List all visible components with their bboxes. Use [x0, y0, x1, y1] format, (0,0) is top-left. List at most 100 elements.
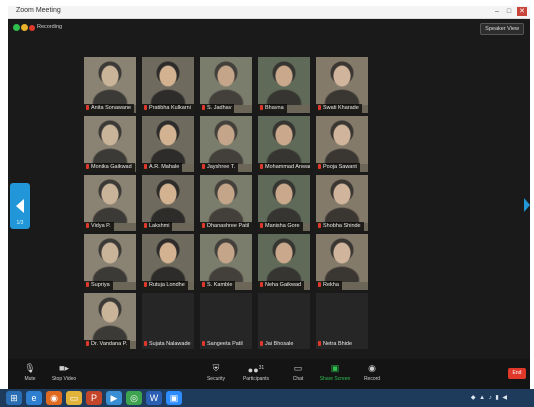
security-label: Security [206, 376, 226, 382]
participant-tile[interactable]: A.R. Mahale [142, 116, 194, 172]
participants-count: 31 [258, 365, 265, 371]
muted-mic-icon [260, 105, 263, 110]
participant-tile[interactable]: Sujata Nalawade [142, 293, 194, 349]
participant-name-label: Jai Bhosale [258, 340, 296, 349]
next-page-button[interactable] [524, 195, 530, 217]
participant-tile[interactable]: Dhanashree Patil [200, 175, 252, 231]
participant-name: Sujata Nalawade [149, 341, 191, 347]
participant-tile[interactable]: Mohammad Anwar [258, 116, 310, 172]
participant-video [84, 293, 136, 341]
participant-video [316, 116, 368, 164]
participant-tile[interactable]: Shobha Shinde [316, 175, 368, 231]
participant-video [84, 116, 136, 164]
participant-video [84, 57, 136, 105]
participant-tile[interactable]: Supriya [84, 234, 136, 290]
close-button[interactable]: ✕ [517, 7, 527, 16]
participant-tile[interactable]: Manisha Gore [258, 175, 310, 231]
meeting-toolbar: 🎙︎ Mute ■▸ Stop Video ⛨ Security ●●31 Pa… [8, 359, 530, 389]
muted-mic-icon [318, 105, 321, 110]
participant-tile[interactable]: Pratibha Kulkarni [142, 57, 194, 113]
participant-tile[interactable]: S. Jadhav [200, 57, 252, 113]
muted-mic-icon [144, 105, 147, 110]
participant-name: Supriya [91, 282, 110, 288]
mute-label: Mute [24, 376, 36, 382]
participant-tile[interactable]: Rutuja Londhe [142, 234, 194, 290]
start-button[interactable]: ⊞ [6, 391, 22, 405]
media-player-icon[interactable]: ▶ [106, 391, 122, 405]
participant-tile[interactable]: Vidya P. [84, 175, 136, 231]
video-camera-icon: ■▸ [59, 363, 69, 373]
participant-name-label: S. Kamble [200, 281, 236, 290]
muted-mic-icon [318, 164, 321, 169]
muted-mic-icon [202, 341, 205, 346]
info-icon[interactable] [21, 24, 28, 31]
muted-mic-icon [144, 341, 147, 346]
participant-tile[interactable]: Monika Gaikwad [84, 116, 136, 172]
record-label: Record [363, 376, 381, 382]
folder-icon[interactable]: ▭ [66, 391, 82, 405]
participant-tile[interactable]: Pooja Sawant [316, 116, 368, 172]
chrome-icon[interactable]: ◎ [126, 391, 142, 405]
mute-button[interactable]: 🎙︎ Mute [12, 361, 48, 382]
edge-icon[interactable]: e [26, 391, 42, 405]
participant-name-label: Sujata Nalawade [142, 340, 194, 349]
participants-label: Participants [242, 376, 270, 382]
chat-button[interactable]: ▭ Chat [280, 361, 316, 382]
participant-tile[interactable]: Jai Bhosale [258, 293, 310, 349]
system-tray[interactable]: ◆ ▲ ♪ ▮ ◀ [471, 394, 508, 401]
participant-tile[interactable]: Netra Bhide [316, 293, 368, 349]
muted-mic-icon [144, 282, 147, 287]
participant-name: Neha Gaikwad [265, 282, 302, 288]
participant-name-label: Bhavna [258, 104, 287, 113]
muted-mic-icon [86, 282, 89, 287]
participant-name: A.R. Mahale [149, 164, 180, 170]
minimize-button[interactable]: – [492, 7, 502, 16]
muted-mic-icon [260, 282, 263, 287]
participant-tile[interactable]: Dr. Vandana P. [84, 293, 136, 349]
powerpoint-icon[interactable]: P [86, 391, 102, 405]
muted-mic-icon [318, 223, 321, 228]
muted-mic-icon [202, 282, 205, 287]
zoom-icon[interactable]: ▣ [166, 391, 182, 405]
participant-video [142, 234, 194, 282]
participant-tile[interactable]: Anita Sonawane [84, 57, 136, 113]
muted-mic-icon [86, 105, 89, 110]
participant-tile[interactable]: Jayshree T. [200, 116, 252, 172]
firefox-icon[interactable]: ◉ [46, 391, 62, 405]
participant-name: Netra Bhide [323, 341, 353, 347]
participant-name-label: A.R. Mahale [142, 163, 183, 172]
participant-video [84, 175, 136, 223]
participant-tile[interactable]: Neha Gaikwad [258, 234, 310, 290]
participant-tile[interactable]: Rekha [316, 234, 368, 290]
window-title-bar: Zoom Meeting – □ ✕ [8, 6, 530, 19]
participant-name-label: Sangeeta Patil [200, 340, 246, 349]
word-icon[interactable]: W [146, 391, 162, 405]
muted-mic-icon [144, 164, 147, 169]
muted-mic-icon [202, 105, 205, 110]
share-screen-label: Share Screen [319, 376, 351, 382]
end-meeting-button[interactable]: End [508, 368, 526, 379]
record-button[interactable]: ◉ Record [354, 361, 390, 382]
participant-video [316, 175, 368, 223]
participant-name: Rekha [323, 282, 339, 288]
participant-name: Manisha Gore [265, 223, 300, 229]
stop-video-button[interactable]: ■▸ Stop Video [46, 361, 82, 382]
microphone-icon: 🎙︎ [24, 363, 36, 373]
participant-tile[interactable]: Swati Kharade [316, 57, 368, 113]
previous-page-button[interactable]: 1/3 [10, 183, 30, 229]
speaker-view-button[interactable]: Speaker View [480, 23, 524, 35]
participant-tile[interactable]: Bhavna [258, 57, 310, 113]
maximize-button[interactable]: □ [504, 7, 514, 16]
participant-name-label: Rutuja Londhe [142, 281, 188, 290]
participant-tile[interactable]: Lakshmi [142, 175, 194, 231]
participant-tile[interactable]: Sangeeta Patil [200, 293, 252, 349]
zoom-meeting-window: Recording Speaker View 1/3 Anita Sonawan… [8, 19, 530, 389]
participant-name: Shobha Shinde [323, 223, 361, 229]
participant-name-label: Pratibha Kulkarni [142, 104, 194, 113]
security-button[interactable]: ⛨ Security [198, 361, 234, 382]
participants-button[interactable]: ●●31 Participants [234, 361, 278, 382]
shield-icon: ⛨ [212, 363, 220, 373]
participant-tile[interactable]: S. Kamble [200, 234, 252, 290]
share-screen-button[interactable]: ▣ Share Screen [314, 361, 356, 382]
encryption-shield-icon[interactable] [13, 24, 20, 31]
